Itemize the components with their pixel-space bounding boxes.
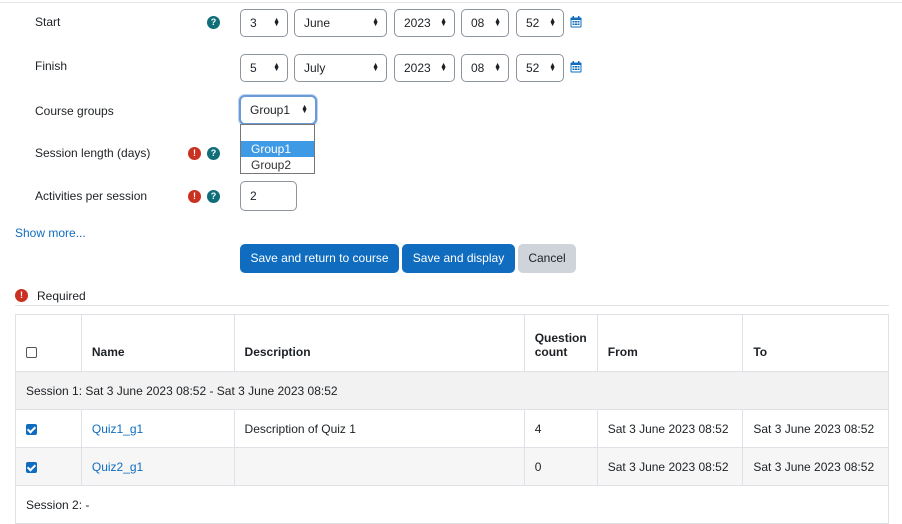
chevron-updown-icon: ▲ ▼	[549, 16, 556, 28]
column-header-description: Description	[233, 314, 525, 372]
quiz-description-cell	[233, 447, 525, 486]
chevron-updown-icon: ▲ ▼	[372, 61, 379, 73]
required-icon: !	[188, 190, 201, 203]
from-cell: Sat 3 June 2023 08:52	[596, 409, 744, 448]
question-count-header-line1: Question	[534, 331, 587, 345]
finish-day-value: 5	[250, 61, 257, 75]
save-and-display-button[interactable]: Save and display	[402, 244, 515, 273]
chevron-updown-icon: ▲ ▼	[301, 103, 308, 115]
finish-year-value: 2023	[404, 61, 431, 75]
start-minute-value: 52	[526, 16, 540, 30]
to-cell: Sat 3 June 2023 08:52	[742, 447, 889, 486]
session-length-label: Session length (days)	[35, 146, 151, 160]
dropdown-option-empty[interactable]	[241, 125, 314, 141]
quiz-description-cell: Description of Quiz 1	[233, 409, 525, 448]
select-all-cell	[15, 314, 82, 372]
finish-label: Finish	[35, 59, 68, 73]
column-header-question-count: Question count	[523, 314, 598, 372]
start-month-value: June	[304, 16, 331, 30]
quiz-sessions-table: Name Description Question count From To …	[15, 314, 889, 524]
quiz-name-cell: Quiz2_g1	[80, 447, 235, 486]
session-2-label: Session 2: -	[15, 485, 889, 524]
row-checkbox[interactable]	[26, 461, 37, 473]
save-and-return-button[interactable]: Save and return to course	[240, 244, 399, 273]
quiz-name-cell: Quiz1_g1	[80, 409, 235, 448]
row-select-cell	[15, 447, 82, 486]
finish-year-select[interactable]: 2023 ▲ ▼	[394, 54, 455, 82]
chevron-updown-icon: ▲ ▼	[440, 61, 447, 73]
row-checkbox[interactable]	[26, 423, 37, 435]
session-header-row: Session 2: -	[15, 485, 889, 524]
cancel-button[interactable]: Cancel	[518, 244, 576, 273]
finish-minute-select[interactable]: 52 ▲ ▼	[516, 54, 564, 82]
column-header-to: To	[742, 314, 889, 372]
finish-month-value: July	[304, 61, 326, 75]
from-cell: Sat 3 June 2023 08:52	[596, 447, 744, 486]
finish-calendar-icon[interactable]	[570, 61, 582, 73]
quiz-name-link[interactable]: Quiz2_g1	[92, 460, 143, 474]
column-header-from: From	[596, 314, 744, 372]
start-day-select[interactable]: 3 ▲ ▼	[240, 9, 288, 37]
start-label: Start	[35, 15, 61, 29]
chevron-updown-icon: ▲ ▼	[440, 16, 447, 28]
start-hour-select[interactable]: 08 ▲ ▼	[461, 9, 509, 37]
activities-per-session-label: Activities per session	[35, 189, 148, 203]
start-month-select[interactable]: June ▲ ▼	[294, 9, 387, 37]
start-year-value: 2023	[404, 16, 431, 30]
chevron-updown-icon: ▲ ▼	[494, 16, 501, 28]
question-count-cell: 0	[523, 447, 598, 486]
course-groups-dropdown[interactable]: Group1 Group2	[240, 124, 315, 174]
finish-month-select[interactable]: July ▲ ▼	[294, 54, 387, 82]
required-icon: !	[15, 289, 28, 302]
required-icon: !	[188, 147, 201, 160]
quiz-name-link[interactable]: Quiz1_g1	[92, 422, 143, 436]
select-all-checkbox[interactable]	[26, 347, 37, 359]
dropdown-option-group1[interactable]: Group1	[241, 141, 314, 157]
dropdown-option-group2[interactable]: Group2	[241, 157, 314, 173]
finish-hour-value: 08	[471, 61, 485, 75]
chevron-updown-icon: ▲ ▼	[549, 61, 556, 73]
row-select-cell	[15, 409, 82, 448]
start-help-icon[interactable]: ?	[207, 16, 220, 29]
chevron-updown-icon: ▲ ▼	[494, 61, 501, 73]
finish-day-select[interactable]: 5 ▲ ▼	[240, 54, 288, 82]
chevron-updown-icon: ▲ ▼	[372, 16, 379, 28]
start-minute-select[interactable]: 52 ▲ ▼	[516, 9, 564, 37]
session-length-help-icon[interactable]: ?	[207, 147, 220, 160]
finish-hour-select[interactable]: 08 ▲ ▼	[461, 54, 509, 82]
course-groups-value: Group1	[250, 103, 291, 117]
session-1-label: Session 1: Sat 3 June 2023 08:52 - Sat 3…	[15, 371, 889, 410]
table-header-row: Name Description Question count From To	[15, 314, 889, 372]
table-row: Quiz2_g1 0 Sat 3 June 2023 08:52 Sat 3 J…	[15, 447, 889, 486]
question-count-header-line2: count	[534, 345, 568, 359]
activities-per-session-input[interactable]: 2	[240, 181, 297, 211]
chevron-updown-icon: ▲ ▼	[273, 16, 280, 28]
to-cell: Sat 3 June 2023 08:52	[742, 409, 889, 448]
show-more-link[interactable]: Show more...	[15, 226, 86, 240]
start-calendar-icon[interactable]	[570, 16, 582, 28]
course-groups-label: Course groups	[35, 104, 114, 118]
start-hour-value: 08	[471, 16, 485, 30]
question-count-cell: 4	[523, 409, 598, 448]
table-row: Quiz1_g1 Description of Quiz 1 4 Sat 3 J…	[15, 409, 889, 448]
start-day-value: 3	[250, 16, 257, 30]
required-note: Required	[37, 289, 86, 303]
session-header-row: Session 1: Sat 3 June 2023 08:52 - Sat 3…	[15, 371, 889, 410]
start-year-select[interactable]: 2023 ▲ ▼	[394, 9, 455, 37]
column-header-name: Name	[80, 314, 235, 372]
top-divider	[0, 2, 902, 3]
divider	[15, 305, 889, 306]
chevron-updown-icon: ▲ ▼	[273, 61, 280, 73]
finish-minute-value: 52	[526, 61, 540, 75]
activities-help-icon[interactable]: ?	[207, 190, 220, 203]
course-groups-select[interactable]: Group1 ▲ ▼	[239, 95, 317, 125]
